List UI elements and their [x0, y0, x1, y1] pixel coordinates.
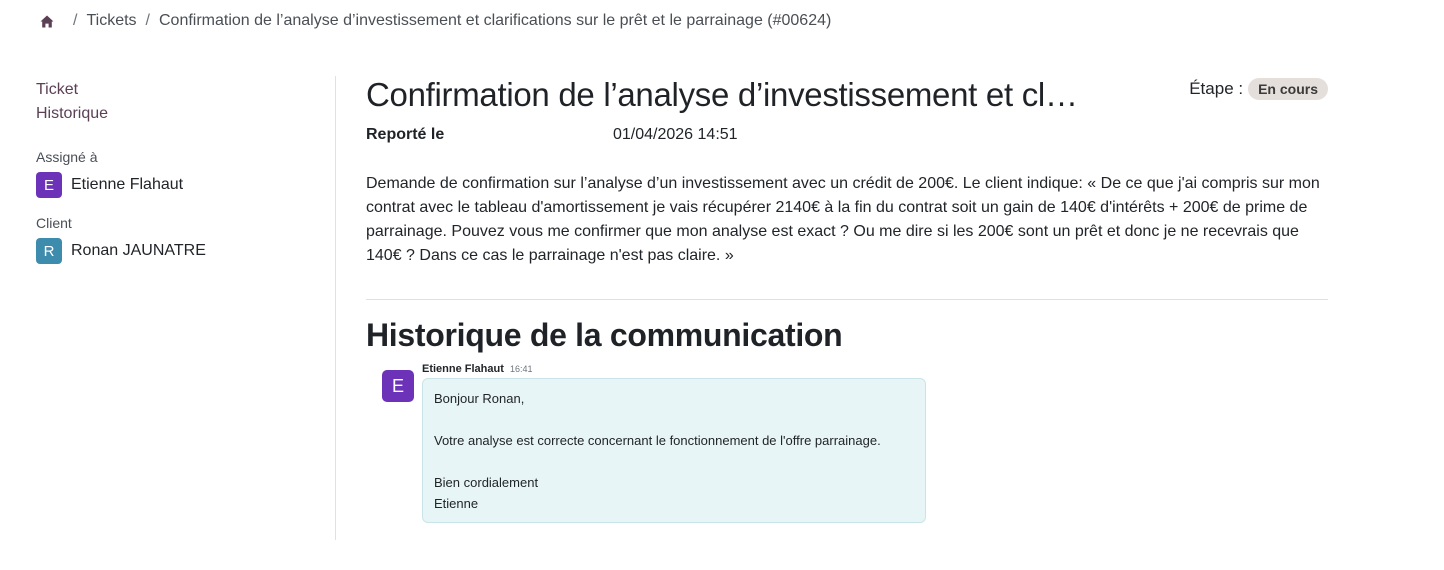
message-greeting: Bonjour Ronan,: [434, 391, 525, 406]
reported-value: 01/04/2026 14:51: [613, 126, 738, 143]
sidebar-link-historique[interactable]: Historique: [36, 102, 316, 126]
message-signature: Etienne: [434, 496, 479, 511]
message-time: 16:41: [509, 364, 533, 374]
breadcrumb-tickets-link[interactable]: Tickets: [86, 12, 136, 30]
reported-label: Reporté le: [366, 126, 445, 143]
stage-label: Étape :: [1189, 79, 1244, 98]
client-user-name: Ronan JAUNATRE: [71, 242, 206, 259]
sidebar-link-ticket[interactable]: Ticket: [36, 78, 316, 102]
home-icon[interactable]: [40, 15, 54, 28]
assigned-user: E Etienne Flahaut: [36, 172, 316, 198]
message-bubble: Bonjour Ronan, Votre analyse est correct…: [422, 378, 926, 523]
ticket-description: Demande de confirmation sur l’analyse d’…: [366, 175, 1320, 264]
avatar: E: [382, 370, 414, 402]
sidebar-divider: [335, 76, 336, 540]
breadcrumb-separator: /: [145, 12, 150, 29]
stage: Étape : En cours: [1189, 78, 1328, 100]
status-badge: En cours: [1248, 78, 1328, 100]
breadcrumb: / Tickets / Confirmation de l’analyse d’…: [40, 10, 831, 32]
breadcrumb-current: Confirmation de l’analyse d’investisseme…: [158, 12, 832, 29]
message-closing: Bien cordialement: [434, 475, 539, 490]
avatar: E: [36, 172, 62, 198]
sidebar: Ticket Historique Assigné à E Etienne Fl…: [36, 78, 316, 264]
message-header: Etienne Flahaut 16:41: [422, 362, 926, 376]
assigned-user-name: Etienne Flahaut: [71, 176, 184, 193]
client-user: R Ronan JAUNATRE: [36, 238, 316, 264]
message-author: Etienne Flahaut: [422, 363, 504, 375]
message-text: Votre analyse est correcte concernant le…: [434, 433, 881, 448]
history-title: Historique de la communication: [366, 317, 843, 353]
breadcrumb-separator: /: [73, 12, 78, 29]
section-divider: [366, 299, 1328, 300]
message: E Etienne Flahaut 16:41 Bonjour Ronan, V…: [382, 362, 1328, 523]
client-label: Client: [36, 215, 72, 231]
ticket-title: Confirmation de l’analyse d’investisseme…: [366, 76, 1078, 113]
reported-row: Reporté le 01/04/2026 14:51: [366, 124, 1328, 146]
ticket-main: Confirmation de l’analyse d’investisseme…: [366, 74, 1328, 523]
title-row: Confirmation de l’analyse d’investisseme…: [366, 74, 1328, 116]
avatar: R: [36, 238, 62, 264]
assigned-label: Assigné à: [36, 149, 98, 165]
message-body: Etienne Flahaut 16:41 Bonjour Ronan, Vot…: [422, 362, 926, 523]
